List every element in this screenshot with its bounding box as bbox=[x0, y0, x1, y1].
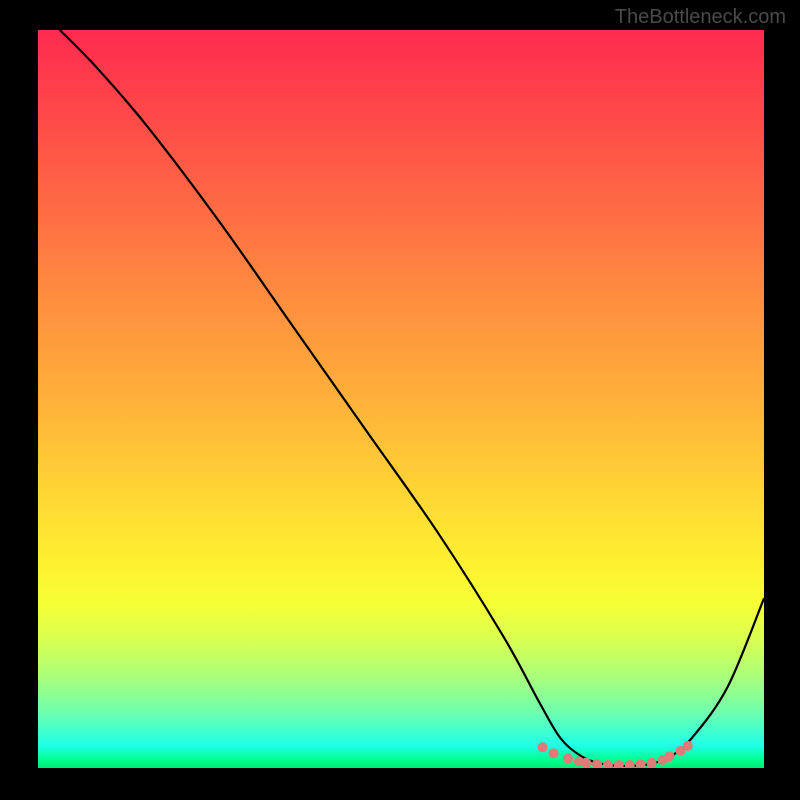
optimal-point bbox=[563, 753, 573, 763]
curve-svg bbox=[38, 30, 764, 768]
optimal-point bbox=[538, 742, 548, 752]
optimal-point bbox=[549, 748, 559, 758]
optimal-points-group bbox=[538, 741, 693, 768]
optimal-point bbox=[647, 758, 657, 768]
chart-plot-area bbox=[38, 30, 764, 768]
optimal-point bbox=[683, 741, 693, 751]
optimal-point bbox=[665, 751, 675, 761]
optimal-point bbox=[636, 759, 646, 768]
optimal-point bbox=[603, 760, 613, 768]
bottleneck-curve bbox=[60, 30, 764, 766]
optimal-point bbox=[614, 760, 624, 768]
optimal-point bbox=[581, 758, 591, 768]
watermark-text: TheBottleneck.com bbox=[615, 6, 786, 29]
optimal-point bbox=[625, 760, 635, 768]
